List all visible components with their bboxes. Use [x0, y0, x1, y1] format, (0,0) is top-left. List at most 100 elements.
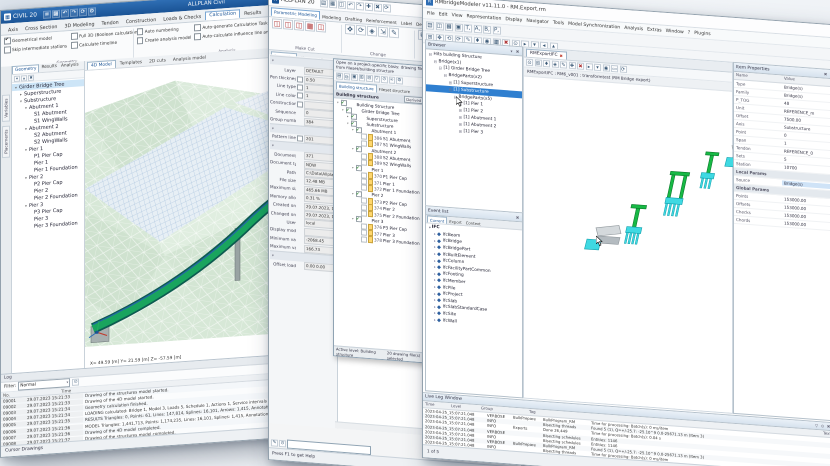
expander-icon[interactable]: ⊟: [428, 51, 433, 56]
settings-icon[interactable]: ⚙: [88, 7, 96, 16]
menu-item[interactable]: Navigator: [526, 18, 548, 25]
expander-icon[interactable]: ⊟: [438, 66, 443, 71]
paste-icon[interactable]: ▣: [351, 74, 358, 81]
event-tab[interactable]: Export: [447, 218, 463, 225]
text-p-button[interactable]: P,: [493, 26, 501, 35]
search-icon[interactable]: ⊙: [279, 440, 286, 448]
open-icon[interactable]: ◫: [338, 0, 346, 9]
property-checkbox[interactable]: [297, 93, 303, 99]
refresh-icon[interactable]: ⟳: [620, 66, 627, 74]
expander-icon[interactable]: ⊞: [458, 128, 463, 133]
match-icon[interactable]: ✎: [389, 28, 399, 39]
checkbox[interactable]: [346, 107, 352, 113]
undo-icon[interactable]: ↶: [61, 9, 69, 18]
checkbox[interactable]: [351, 120, 357, 126]
menu-item[interactable]: File: [427, 11, 435, 17]
settings-icon[interactable]: ⚙: [396, 78, 403, 85]
expander-icon[interactable]: ⊟: [448, 87, 453, 92]
remove-icon[interactable]: ✖: [577, 62, 584, 70]
menu-item[interactable]: Plugins: [694, 30, 710, 36]
open-icon[interactable]: ◫: [436, 21, 444, 30]
expander-icon[interactable]: ▾: [351, 127, 355, 131]
stretch-icon[interactable]: ⇲: [378, 27, 388, 38]
expander-icon[interactable]: ▾: [341, 108, 345, 112]
grid-icon[interactable]: ⊞: [535, 59, 542, 67]
text-a-button[interactable]: A,: [474, 24, 482, 33]
bar-mesh-icon[interactable]: ▦: [305, 21, 315, 32]
save-icon[interactable]: ▦: [445, 22, 453, 31]
expander-icon[interactable]: ⊟: [443, 73, 448, 78]
checkbox[interactable]: [356, 165, 362, 171]
ribbon-tab[interactable]: Label: [399, 19, 414, 27]
play-icon[interactable]: ▸: [586, 63, 593, 71]
substructure-3d-view[interactable]: [524, 82, 732, 412]
expander-icon[interactable]: ▾: [351, 217, 355, 221]
expander-icon[interactable]: ▾: [14, 85, 18, 90]
edit-icon[interactable]: ✎: [560, 61, 567, 69]
bar-shape-icon[interactable]: ◫: [272, 18, 282, 29]
close-icon[interactable]: ✖: [826, 424, 830, 429]
expander-icon[interactable]: ⊞: [448, 80, 453, 85]
menu-item[interactable]: Representation: [467, 14, 502, 22]
search-icon[interactable]: ⊙: [381, 76, 388, 83]
menu-item[interactable]: Display: [505, 17, 522, 23]
property-checkbox[interactable]: [297, 84, 303, 90]
expander-icon[interactable]: ▾: [19, 98, 23, 103]
mirror-icon[interactable]: ◈: [552, 61, 559, 69]
menu-item[interactable]: ?: [688, 30, 690, 35]
menu-item[interactable]: Window: [666, 28, 684, 34]
expander-icon[interactable]: ⊟: [433, 58, 438, 63]
menu-item[interactable]: Edit: [439, 12, 448, 18]
edit-icon[interactable]: ✎: [271, 439, 278, 447]
filter-icon[interactable]: ▽: [374, 76, 381, 83]
link-icon[interactable]: ∞: [389, 77, 396, 84]
expander-icon[interactable]: ▾: [24, 203, 28, 208]
copy-icon[interactable]: ⧉: [344, 73, 351, 80]
side-tab[interactable]: Placements: [2, 125, 10, 158]
refresh-icon[interactable]: ⟳: [79, 7, 87, 16]
move-icon[interactable]: ✥: [345, 24, 355, 35]
zoom-icon[interactable]: ⊙: [526, 59, 533, 67]
search-icon[interactable]: ⊙: [72, 378, 79, 385]
expander-icon[interactable]: ▾: [351, 191, 355, 195]
expander-icon[interactable]: ⊞: [458, 122, 463, 127]
checkbox[interactable]: [356, 146, 362, 152]
new-file-icon[interactable]: ▤: [426, 21, 434, 30]
property-checkbox[interactable]: [297, 101, 303, 107]
expander-icon[interactable]: ▸: [346, 114, 350, 118]
expander-icon[interactable]: ▾: [24, 175, 28, 180]
close-tab-icon[interactable]: ✖: [560, 53, 563, 58]
checkbox[interactable]: [356, 191, 362, 197]
side-tab[interactable]: Variables: [2, 94, 10, 122]
menu-item[interactable]: Model Synchronization: [568, 21, 620, 30]
search-icon[interactable]: ⊙: [820, 423, 825, 428]
text-t-button[interactable]: T,: [464, 24, 472, 33]
redo-icon[interactable]: ↷: [356, 2, 364, 11]
property-checkbox[interactable]: [297, 76, 303, 82]
new-file-icon[interactable]: ▤: [320, 0, 328, 8]
event-tab[interactable]: Current: [427, 215, 447, 223]
expander-icon[interactable]: ⊞: [458, 108, 463, 113]
expander-icon[interactable]: ▾: [336, 101, 340, 105]
close-icon[interactable]: ✖: [28, 74, 34, 80]
save-icon[interactable]: ▦: [52, 9, 60, 18]
mirror-icon[interactable]: ◈: [367, 26, 377, 37]
redo-icon[interactable]: ↷: [70, 8, 78, 17]
refresh-icon[interactable]: ⟳: [383, 4, 391, 13]
expand-all-icon[interactable]: ▾: [14, 75, 20, 81]
menu-item[interactable]: Tools: [553, 20, 564, 26]
menu-icon[interactable]: ≡: [43, 10, 51, 19]
diamond-icon[interactable]: ♦: [543, 60, 550, 68]
bar-bend-icon[interactable]: ◫: [283, 19, 293, 30]
delete-icon[interactable]: ✖: [374, 3, 382, 12]
filter-icon[interactable]: ▽: [814, 423, 819, 428]
close-icon[interactable]: ✖: [823, 71, 828, 76]
expand-icon[interactable]: ⊞: [359, 75, 366, 82]
close-icon[interactable]: ✖: [515, 48, 520, 53]
expander-icon[interactable]: ▸: [19, 91, 23, 96]
menu-item[interactable]: View: [452, 13, 463, 19]
expander-icon[interactable]: ⊞: [458, 115, 463, 120]
new-structure-icon[interactable]: ▤: [336, 73, 343, 80]
text-b-button[interactable]: B,: [483, 25, 491, 34]
tree-panel-tab[interactable]: Results: [39, 63, 59, 72]
